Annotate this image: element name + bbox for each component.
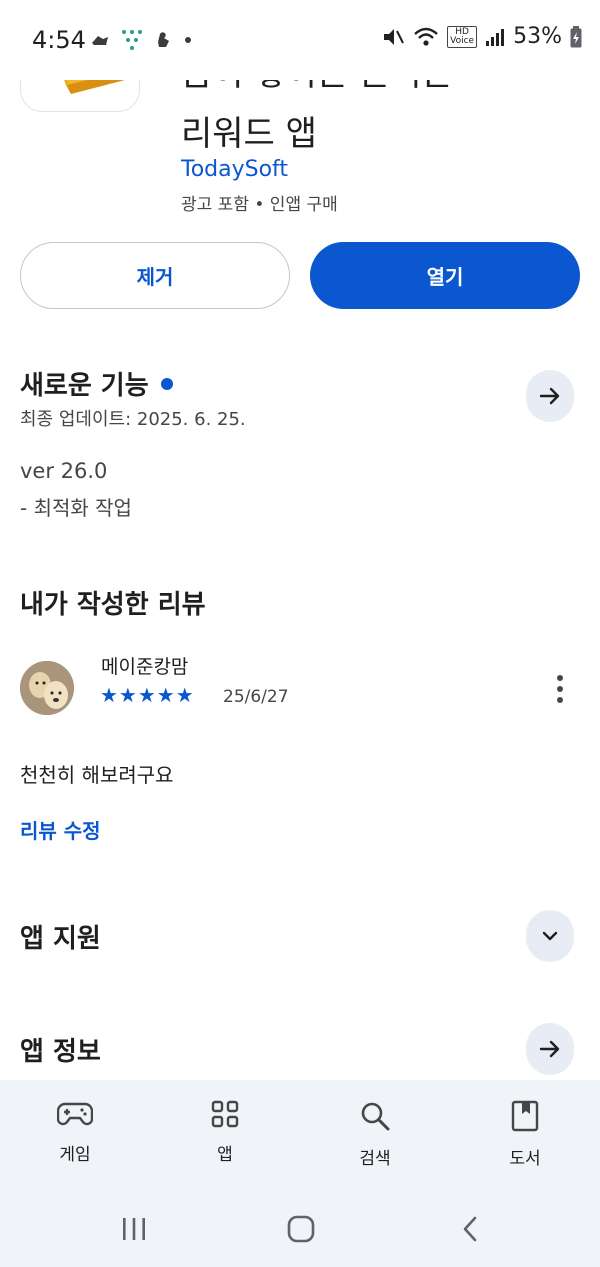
bird-icon	[158, 32, 169, 47]
gamepad-icon	[57, 1102, 93, 1126]
app-info-title[interactable]: 앱 정보	[20, 1031, 101, 1068]
cloud-icon	[92, 36, 108, 45]
whats-new-arrow-button[interactable]	[526, 370, 574, 422]
home-icon[interactable]	[287, 1215, 315, 1243]
status-time: 4:54	[32, 26, 86, 54]
open-button[interactable]: 열기	[310, 242, 580, 309]
whats-new-title: 새로운 기능	[20, 371, 149, 401]
nav-label-books: 도서	[509, 1149, 541, 1169]
release-notes: - 최적화 작업	[20, 496, 132, 520]
signal-icon	[486, 28, 505, 46]
app-support-expand-button[interactable]	[526, 910, 574, 962]
last-updated: 최종 업데이트: 2025. 6. 25.	[20, 409, 246, 430]
wifi-icon	[414, 27, 438, 46]
avatar	[20, 661, 74, 715]
whats-new-header[interactable]: 새로운 기능	[20, 365, 173, 402]
chevron-down-icon	[542, 931, 558, 941]
app-info-arrow-button[interactable]	[526, 1023, 574, 1075]
dot-icon	[185, 37, 191, 43]
arrow-right-icon	[539, 1040, 560, 1058]
ad-info: 광고 포함 • 인앱 구매	[181, 195, 338, 215]
version-text: ver 26.0	[20, 459, 108, 483]
nav-label-apps: 앱	[217, 1145, 233, 1165]
notification-icons	[90, 28, 192, 52]
system-navigation-bar	[0, 1190, 600, 1267]
nav-item-search[interactable]: 검색	[300, 1080, 450, 1190]
nav-item-apps[interactable]: 앱	[150, 1080, 300, 1190]
hd-voice-icon: HD Voice	[447, 25, 478, 48]
app-support-title[interactable]: 앱 지원	[20, 918, 101, 955]
uninstall-button[interactable]: 제거	[20, 242, 290, 309]
reviewer-name: 메이준캉맘	[101, 656, 189, 678]
mute-icon	[384, 28, 405, 45]
review-text: 천천히 해보려구요	[20, 763, 174, 787]
system-icons: HD Voice 53%	[381, 24, 582, 49]
back-icon[interactable]	[460, 1216, 480, 1242]
app-notification-icon	[122, 30, 142, 50]
battery-icon	[570, 25, 582, 47]
nav-label-search: 검색	[359, 1149, 391, 1169]
edit-review-link[interactable]: 리뷰 수정	[20, 815, 101, 844]
nav-item-books[interactable]: 도서	[450, 1080, 600, 1190]
nav-item-games[interactable]: 게임	[0, 1080, 150, 1190]
battery-percent: 53%	[513, 24, 562, 49]
bottom-navigation: 게임 앱 검색 도서	[0, 1080, 600, 1190]
arrow-right-icon	[539, 387, 560, 405]
more-options-icon[interactable]	[548, 672, 572, 706]
nav-label-games: 게임	[59, 1145, 91, 1165]
review-date: 25/6/27	[223, 687, 289, 707]
status-bar: 4:54 HD Voice 53%	[0, 0, 600, 80]
my-review-title: 내가 작성한 리뷰	[20, 590, 206, 620]
book-icon	[511, 1100, 539, 1132]
app-title-line: 리워드 앱	[181, 114, 317, 154]
recent-apps-icon[interactable]	[120, 1216, 148, 1242]
new-indicator-dot	[160, 378, 173, 390]
star-rating: ★★★★★	[100, 683, 195, 707]
search-icon	[361, 1102, 390, 1131]
apps-grid-icon	[211, 1100, 239, 1128]
